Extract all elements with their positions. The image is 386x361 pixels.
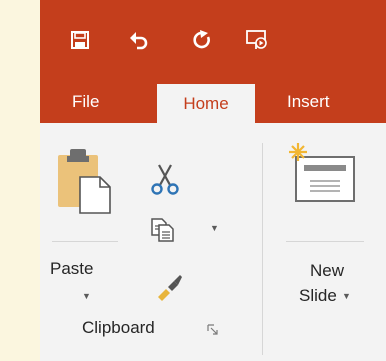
paste-button[interactable]: Paste ▼ (46, 131, 124, 301)
clipboard-group-label: Clipboard (82, 318, 155, 337)
redo-icon (193, 30, 210, 49)
tab-insert[interactable]: Insert (287, 80, 330, 123)
undo-button[interactable] (119, 22, 159, 58)
new-slide-button[interactable]: New Slide ▼ (280, 131, 370, 306)
cut-button[interactable] (150, 163, 186, 199)
undo-icon (130, 32, 148, 50)
tab-file[interactable]: File (72, 80, 99, 123)
ribbon-tabs: File Home Insert (40, 80, 386, 123)
paste-split-line (52, 241, 118, 242)
group-separator (262, 143, 263, 355)
cut-icon (151, 164, 179, 195)
copy-button[interactable]: ▼ (150, 217, 219, 247)
new-slide-split-line (286, 241, 364, 242)
slideshow-button[interactable] (237, 22, 277, 58)
clipboard-dialog-launcher[interactable] (207, 323, 221, 337)
slideshow-icon (246, 30, 267, 49)
new-slide-icon (289, 143, 355, 202)
powerpoint-window: File Home Insert Paste ▼ ▼ Clipboard New… (40, 0, 386, 361)
save-icon (71, 31, 89, 49)
paste-icon (58, 149, 111, 214)
title-bar (40, 0, 386, 80)
new-slide-label-line1: New (310, 261, 345, 280)
paste-label: Paste (50, 259, 94, 278)
copy-icon (151, 218, 174, 242)
tab-home[interactable]: Home (157, 84, 255, 123)
format-painter-button[interactable] (154, 273, 188, 307)
ribbon-home: Paste ▼ ▼ Clipboard New Slide ▼ (40, 123, 386, 361)
paste-dropdown-caret: ▼ (82, 291, 91, 301)
new-slide-dropdown-caret: ▼ (342, 291, 351, 301)
new-slide-label-line2: Slide (299, 286, 337, 305)
copy-dropdown-caret[interactable]: ▼ (210, 223, 219, 233)
dialog-launcher-icon (207, 324, 218, 335)
format-painter-icon (158, 275, 182, 301)
redo-button[interactable] (182, 22, 222, 58)
save-button[interactable] (60, 22, 100, 58)
